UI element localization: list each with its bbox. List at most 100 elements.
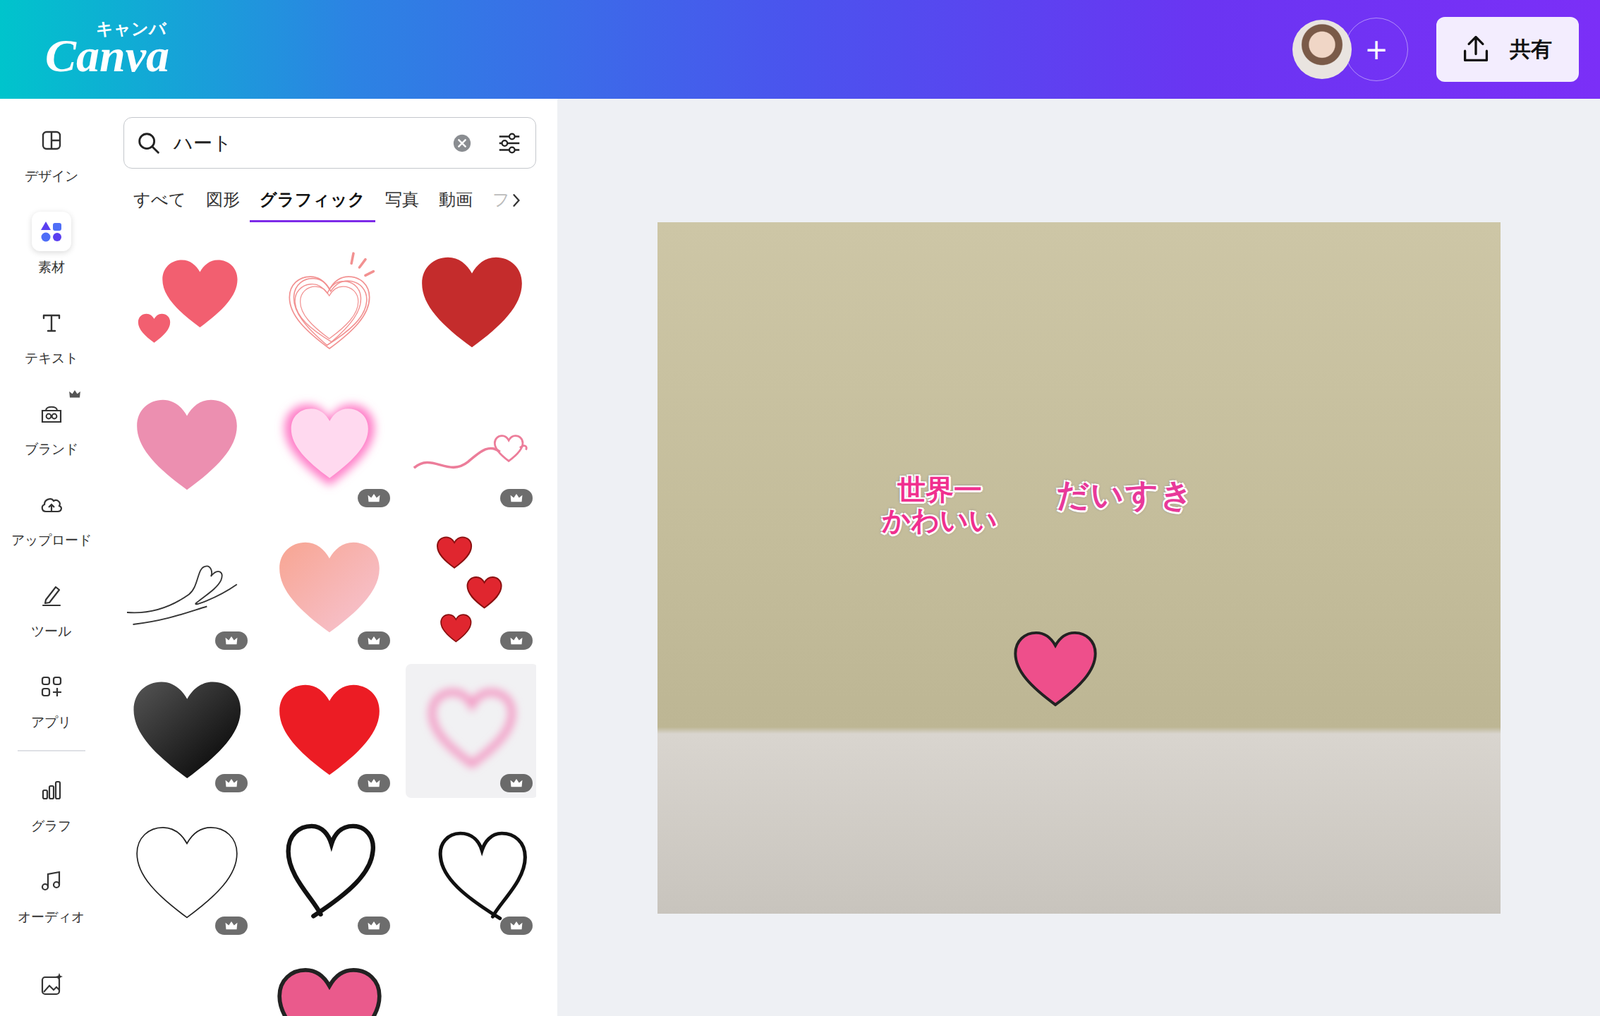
canvas-area: 世界一かわいい だいすき <box>557 98 1600 1016</box>
scatter-heart-icon <box>411 528 532 649</box>
premium-badge <box>357 488 391 508</box>
brand-kit-icon <box>37 399 66 428</box>
graphic-item[interactable] <box>120 948 254 1016</box>
text-icon <box>37 308 66 337</box>
crown-icon <box>509 778 524 789</box>
premium-badge <box>215 916 248 935</box>
graphic-item[interactable] <box>405 806 537 941</box>
rail-separator <box>17 749 86 752</box>
magic-image-icon <box>37 970 66 999</box>
premium-badge <box>500 631 533 650</box>
crown-icon <box>509 493 524 504</box>
pen-tool-icon <box>37 581 66 610</box>
share-button[interactable]: 共有 <box>1436 16 1579 82</box>
graphic-item[interactable] <box>120 236 254 371</box>
rail-item[interactable] <box>0 938 103 1016</box>
rail-item[interactable]: ブランド <box>0 380 103 472</box>
heart-sticker[interactable] <box>1007 621 1104 718</box>
music-note-icon <box>37 867 66 896</box>
graphic-item[interactable] <box>120 806 254 941</box>
rail-item[interactable]: グラフ <box>0 756 103 848</box>
graphic-item[interactable] <box>263 521 396 656</box>
solid-heart-icon <box>269 670 390 791</box>
user-avatar[interactable] <box>1292 19 1352 80</box>
canva-editor: キャンバCanva+共有デザイン素材テキストブランドアップロードツールアプリグラ… <box>0 0 1600 1016</box>
add-collaborator-button[interactable]: + <box>1344 17 1409 82</box>
premium-badge <box>500 773 533 793</box>
rail-item[interactable]: 素材 <box>0 198 103 290</box>
rail-item[interactable]: ツール <box>0 562 103 654</box>
shapes-icon <box>37 217 66 246</box>
watercolor-heart-icon <box>269 528 390 649</box>
graphic-item[interactable] <box>120 521 254 656</box>
rail-item[interactable]: デザイン <box>0 107 103 199</box>
text-sticker[interactable]: 世界一かわいい <box>881 474 998 536</box>
rail-item[interactable]: オーディオ <box>0 847 103 939</box>
tab[interactable]: 動画 <box>428 178 483 223</box>
upload-icon <box>1460 33 1492 65</box>
graphic-item[interactable] <box>263 236 396 371</box>
crown-icon <box>509 635 524 647</box>
solid-heart-icon <box>411 243 532 364</box>
chevron-right-icon[interactable] <box>510 191 523 210</box>
tab[interactable]: 図形 <box>196 178 250 223</box>
crown-icon <box>366 920 381 932</box>
search-field[interactable]: ハート <box>123 117 537 169</box>
clear-x-icon[interactable] <box>452 133 472 154</box>
premium-badge <box>500 916 533 935</box>
premium-badge <box>357 916 391 935</box>
canva-logo[interactable]: キャンバCanva <box>45 17 170 82</box>
crown-icon <box>366 635 381 647</box>
premium-badge <box>215 773 248 793</box>
line-heart-icon <box>126 528 247 649</box>
graphics-grid <box>120 236 537 1016</box>
heart-icon <box>1007 621 1104 718</box>
double-heart-icon <box>126 243 247 364</box>
search-icon <box>135 129 163 157</box>
premium-badge <box>357 773 391 793</box>
graphic-item[interactable] <box>263 806 396 941</box>
solid-heart-icon <box>126 385 247 506</box>
graphic-item[interactable] <box>405 521 537 656</box>
scribble-heart-icon <box>269 243 390 364</box>
crown-icon <box>224 920 239 932</box>
text-sticker[interactable]: だいすき <box>1056 477 1195 513</box>
rail-item[interactable]: テキスト <box>0 289 103 381</box>
graphic-item[interactable] <box>120 378 254 513</box>
graphic-item[interactable] <box>405 236 537 371</box>
tab[interactable]: フ <box>482 178 511 223</box>
layout-icon <box>37 126 66 155</box>
outline-open-heart-icon <box>411 813 532 934</box>
filter-tabs: すべて図形グラフィック写真動画フ <box>120 178 537 223</box>
outline-bold-heart-icon <box>269 813 390 934</box>
chart-icon <box>37 776 66 805</box>
graphic-item[interactable] <box>263 663 396 798</box>
glow-heart-icon <box>269 385 390 506</box>
filter-sliders-icon[interactable] <box>495 129 523 157</box>
tab[interactable]: 写真 <box>375 178 429 223</box>
graphic-item[interactable] <box>120 663 254 798</box>
graphic-item[interactable] <box>263 378 396 513</box>
crown-icon <box>366 778 381 789</box>
premium-badge <box>357 631 391 650</box>
graphic-item[interactable] <box>263 948 396 1016</box>
ribbon-heart-icon <box>411 385 532 506</box>
graphic-item[interactable] <box>405 663 537 798</box>
graphic-item[interactable] <box>405 378 537 513</box>
blur-ring-heart-icon <box>411 670 532 791</box>
graphic-item[interactable] <box>405 948 537 1016</box>
rail-item[interactable]: アップロード <box>0 471 103 563</box>
top-bar: キャンバCanva + 共有 <box>0 0 1600 99</box>
premium-badge <box>500 488 533 508</box>
tab[interactable]: すべて <box>123 178 197 223</box>
gradient-heart-icon <box>126 670 247 791</box>
elements-panel: ハートすべて図形グラフィック写真動画フ <box>102 98 558 1016</box>
design-photo[interactable]: 世界一かわいい だいすき <box>657 222 1501 914</box>
outline-thin-heart-icon <box>126 813 247 934</box>
tab[interactable]: グラフィック <box>249 178 376 223</box>
crown-icon <box>366 493 381 504</box>
rail-item[interactable]: アプリ <box>0 653 103 745</box>
cloud-upload-icon <box>37 490 66 519</box>
side-rail: デザイン素材テキストブランドアップロードツールアプリグラフオーディオ <box>0 98 103 1016</box>
crown-icon <box>224 635 239 647</box>
